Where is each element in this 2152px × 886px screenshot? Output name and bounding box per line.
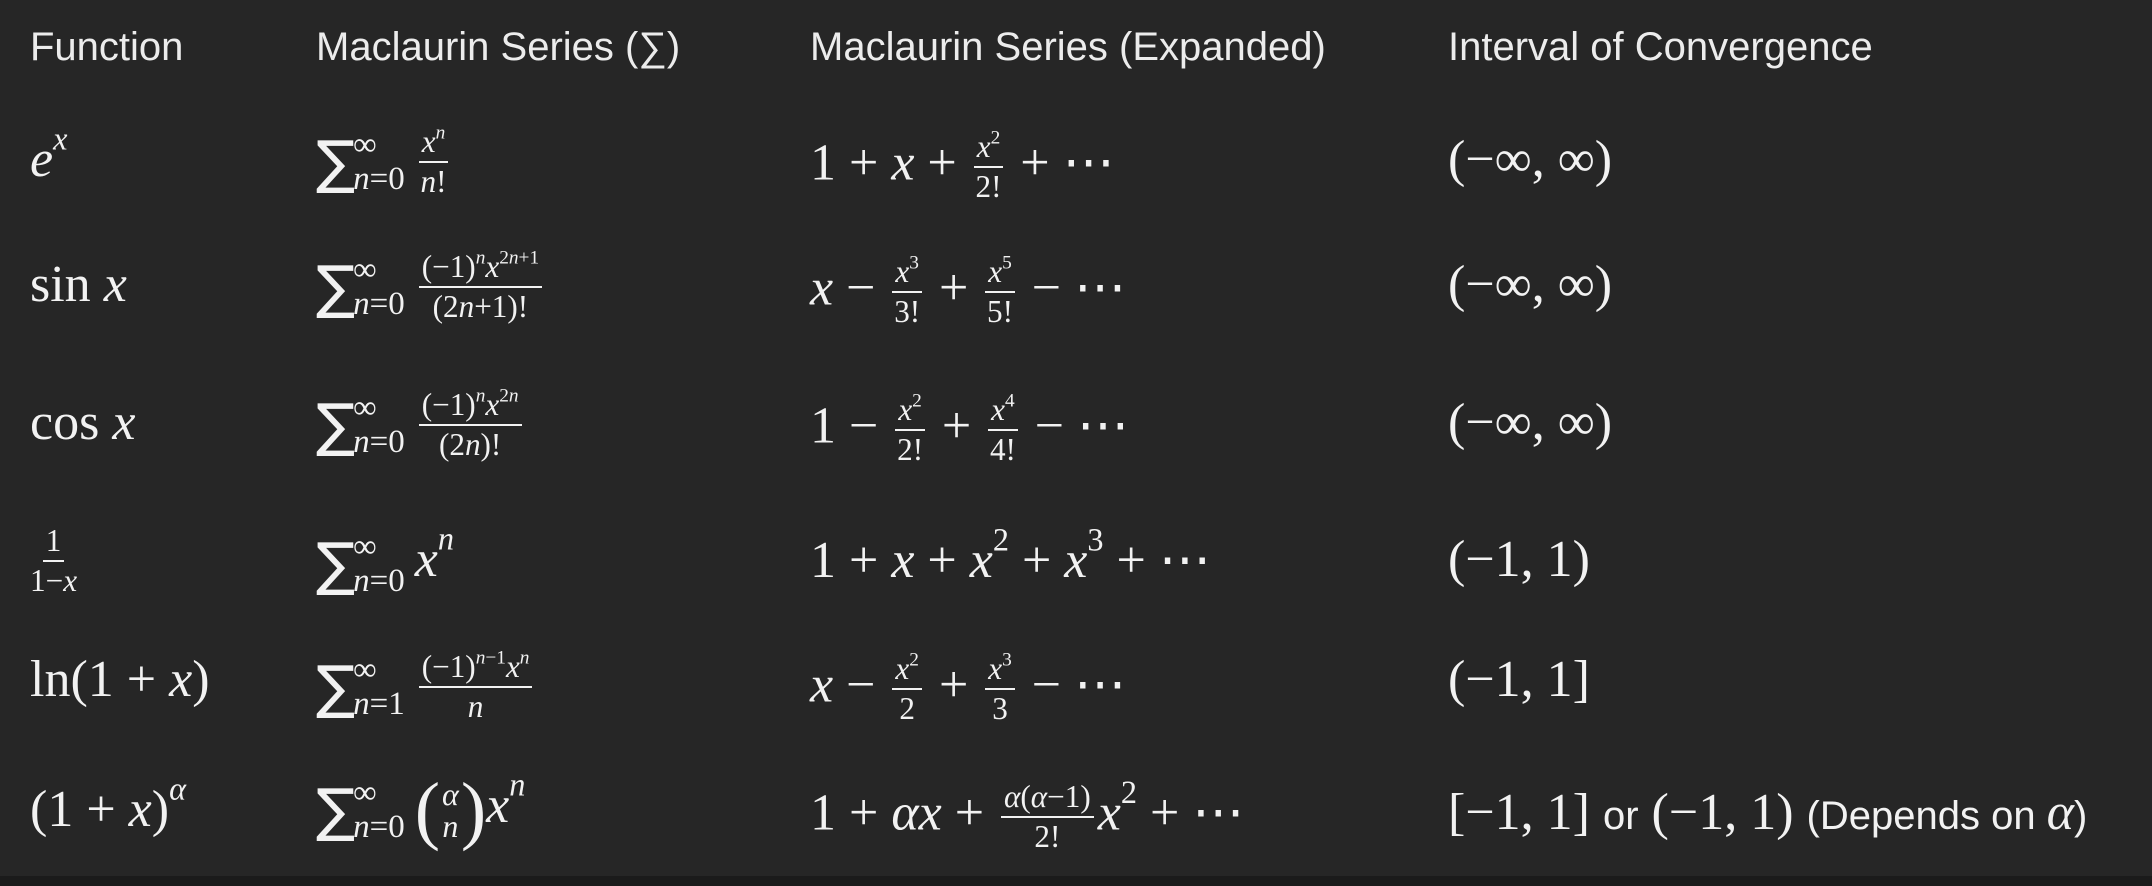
header-function: Function [30,25,184,69]
row-5-series-expanded: x − x2 2 + x3 3 − ⋯ [810,649,1127,727]
row-6-function: (1 + x)α [30,770,186,838]
row-6-interval: [−1, 1] or (−1, 1) (Depends on α) [1448,784,2088,841]
bottom-bar [0,876,2152,886]
header-series-expanded: Maclaurin Series (Expanded) [810,25,1326,69]
row-4-interval: (−1, 1) [1448,531,1590,588]
row-4-function: 1 1−x [30,523,78,599]
or-label: or [1602,794,1639,838]
row-2-interval: (−∞, ∞) [1448,256,1613,313]
row-3-series-expanded: 1 − x2 2! + x4 4! − ⋯ [810,390,1130,468]
row-5-function: ln(1 + x) [30,651,210,708]
row-3-series-sigma: ∑ ∞ n=0 (−1)nx2n (2n)! [316,386,526,463]
depends-label: (Depends on [1806,794,2047,838]
row-6-series-expanded: 1 + αx + α(α−1) 2! x2 + ⋯ [810,773,1245,855]
row-1-interval: (−∞, ∞) [1448,131,1613,188]
row-3-interval: (−∞, ∞) [1448,394,1613,451]
row-2-series-expanded: x − x3 3! + x5 5! − ⋯ [810,252,1127,330]
header-series-sigma: Maclaurin Series (∑) [316,25,681,69]
row-6-series-sigma: ∑ ∞ n=0(α n) xn [316,766,526,852]
row-1-series-expanded: 1 + x + x2 2! + ⋯ [810,127,1115,205]
row-3-function: cos x [30,394,136,451]
row-5-series-sigma: ∑ ∞ n=1 (−1)n−1xn n [316,648,536,725]
row-2-series-sigma: ∑ ∞ n=0 (−1)nx2n+1 (2n+1)! [316,248,546,325]
row-1-function: ex [30,120,68,188]
row-4-series-sigma: ∑ ∞ n=0 xn [316,520,454,600]
row-1-series-sigma: ∑ ∞ n=0 xn n! [316,122,449,200]
row-4-series-expanded: 1 + x + x2 + x3 + ⋯ [810,521,1211,589]
table-panel: Function Maclaurin Series (∑) Maclaurin … [0,0,2152,876]
row-5-interval: (−1, 1] [1448,651,1590,708]
row-2-function: sin x [30,256,127,313]
header-interval: Interval of Convergence [1448,25,1873,69]
